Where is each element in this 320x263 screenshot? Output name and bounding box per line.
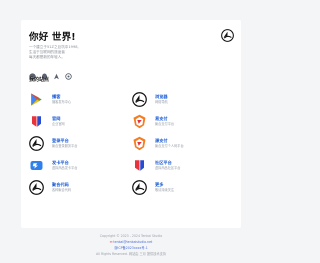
site-name: 浏览器 bbox=[155, 94, 168, 99]
site-link[interactable]: 播客 播客发布中心 bbox=[29, 90, 129, 108]
site-text: 聚合代码 各种聚合代码 bbox=[52, 182, 71, 192]
site-text: 更多 敬请持续关注 bbox=[155, 182, 174, 192]
section-title: 我的站点 bbox=[29, 77, 50, 83]
credits-text: All Rights Reserved. 网站由 三月 提供技术支持 bbox=[96, 252, 166, 256]
mail-icon: ✉ bbox=[109, 240, 113, 244]
site-subtitle: 聚合登录服务平台 bbox=[52, 143, 78, 148]
site-link[interactable]: 发卡平台 虚拟商品发卡平台 bbox=[29, 156, 129, 174]
site-subtitle: 虚拟商品社区平台 bbox=[155, 165, 181, 170]
site-text: 源支付 聚合支付个人码平台 bbox=[155, 138, 184, 148]
site-link[interactable]: 官网 企业官网 bbox=[29, 112, 129, 130]
site-text: 社区平台 虚拟商品社区平台 bbox=[155, 160, 181, 170]
site-link[interactable]: 登录平台 聚合登录服务平台 bbox=[29, 134, 129, 152]
site-text: 易支付 聚合支付平台 bbox=[155, 116, 174, 126]
intro-line: 每天都是新的年轻人。 bbox=[29, 55, 65, 60]
site-link[interactable]: 浏览器 网络导航 bbox=[132, 90, 232, 108]
site-subtitle: 聚合支付平台 bbox=[155, 121, 175, 126]
tenkai-logo-icon[interactable] bbox=[221, 29, 234, 42]
profile-card: 你好 世界! 一个建立于51Z之巨坑中1998, 生活于互联网的旅途者 每天都是… bbox=[21, 20, 241, 228]
tenkai-logo-icon bbox=[132, 179, 147, 195]
tenkai-logo-icon bbox=[29, 179, 44, 195]
site-subtitle: 企业官网 bbox=[52, 121, 65, 126]
site-text: 浏览器 网络导航 bbox=[155, 94, 168, 104]
site-text: 播客 播客发布中心 bbox=[52, 94, 71, 104]
site-subtitle: 虚拟商品发卡平台 bbox=[52, 165, 78, 170]
site-link[interactable]: 源支付 聚合支付个人码平台 bbox=[132, 134, 232, 152]
google-play-icon bbox=[29, 92, 44, 107]
site-link[interactable]: 更多 敬请持续关注 bbox=[132, 178, 232, 196]
email-link[interactable]: tenkai@tenkaistudio.net bbox=[113, 240, 152, 244]
site-subtitle: 敬请持续关注 bbox=[155, 187, 175, 192]
site-subtitle: 播客发布中心 bbox=[52, 99, 72, 104]
site-text: 官网 企业官网 bbox=[52, 116, 65, 126]
flag-icon bbox=[132, 158, 147, 173]
card-icon bbox=[29, 158, 44, 173]
github-icon[interactable] bbox=[29, 65, 36, 80]
intro-text: 一个建立于51Z之巨坑中1998, 生活于互联网的旅途者 每天都是新的年轻人。 bbox=[29, 45, 149, 61]
shield-pay-icon bbox=[132, 114, 147, 129]
flag-icon bbox=[29, 114, 44, 129]
social-links bbox=[29, 65, 72, 80]
qq-icon[interactable] bbox=[41, 65, 48, 80]
wechat-icon[interactable] bbox=[65, 65, 72, 80]
telegram-icon[interactable] bbox=[53, 65, 60, 80]
footer: Copyright © 2023 - 2024 Tenkai Studio ✉ … bbox=[0, 233, 262, 257]
site-text: 发卡平台 虚拟商品发卡平台 bbox=[52, 160, 78, 170]
page-title: 你好 世界! bbox=[29, 32, 76, 43]
site-subtitle: 各种聚合代码 bbox=[52, 187, 72, 192]
site-text: 登录平台 聚合登录服务平台 bbox=[52, 138, 78, 148]
site-link[interactable]: 易支付 聚合支付平台 bbox=[132, 112, 232, 130]
site-link[interactable]: 社区平台 虚拟商品社区平台 bbox=[132, 156, 232, 174]
site-name: 聚合代码 bbox=[52, 182, 69, 187]
site-subtitle: 网络导航 bbox=[155, 99, 168, 104]
site-link[interactable]: 聚合代码 各种聚合代码 bbox=[29, 178, 129, 196]
tenkai-logo-icon bbox=[29, 135, 44, 151]
site-subtitle: 聚合支付个人码平台 bbox=[155, 143, 184, 148]
tenkai-logo-icon bbox=[132, 91, 147, 107]
shield-pay-icon bbox=[132, 136, 147, 151]
